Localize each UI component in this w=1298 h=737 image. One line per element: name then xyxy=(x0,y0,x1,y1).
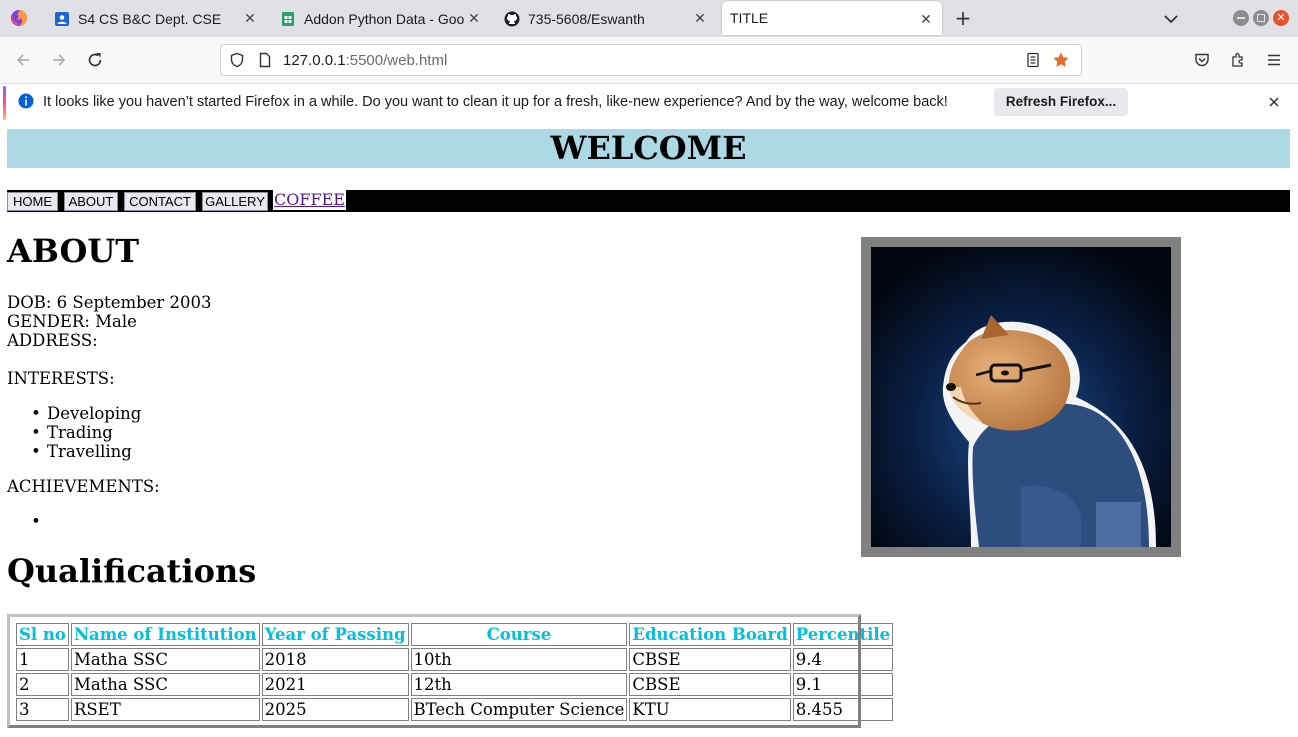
notification-message: It looks like you haven’t started Firefo… xyxy=(43,94,948,110)
bookmark-star-icon[interactable] xyxy=(1052,51,1070,69)
profile-photo-frame xyxy=(861,237,1181,557)
shield-icon[interactable] xyxy=(229,52,245,68)
hamburger-menu-icon[interactable] xyxy=(1266,52,1282,68)
new-tab-button[interactable]: + xyxy=(952,8,974,30)
interest-text: Developing xyxy=(47,404,142,423)
nav-home-button[interactable]: HOME xyxy=(7,192,58,211)
notification-bar: It looks like you haven’t started Firefo… xyxy=(0,84,1298,123)
table-row: 3 RSET 2025 BTech Computer Science KTU 8… xyxy=(16,698,894,721)
table-cell: 9.1 xyxy=(792,673,894,696)
dob-text: DOB: 6 September 2003 xyxy=(7,293,212,312)
table-cell: BTech Computer Science xyxy=(410,698,628,721)
achievements-label: ACHIEVEMENTS: xyxy=(7,477,160,496)
table-cell: Matha SSC xyxy=(70,648,260,671)
tab-title: TITLE xyxy=(730,10,769,26)
profile-photo xyxy=(871,247,1171,547)
table-cell: 2 xyxy=(16,673,69,696)
forward-arrow-icon xyxy=(53,54,66,66)
tab-classroom[interactable]: S4 CS B&C Dept. CSE ✕ xyxy=(44,0,266,37)
chevron-down-icon[interactable] xyxy=(1160,8,1182,30)
table-cell: 10th xyxy=(410,648,628,671)
close-tab-icon[interactable]: ✕ xyxy=(242,10,258,26)
notification-accent xyxy=(3,86,6,120)
table-row: 2 Matha SSC 2021 12th CBSE 9.1 xyxy=(16,673,894,696)
interests-label: INTERESTS: xyxy=(7,369,115,388)
table-row: 1 Matha SSC 2018 10th CBSE 9.4 xyxy=(16,648,894,671)
table-cell: CBSE xyxy=(629,673,791,696)
info-icon xyxy=(18,93,34,109)
sheets-icon xyxy=(282,11,294,26)
forward-button[interactable] xyxy=(45,46,73,74)
tab-title: Addon Python Data - Goo xyxy=(304,10,465,27)
page-viewport[interactable]: WELCOME HOME ABOUT CONTACT GALLERY COFFE… xyxy=(0,122,1298,737)
table-cell: 9.4 xyxy=(792,648,894,671)
tab-title: S4 CS B&C Dept. CSE xyxy=(78,10,222,27)
nav-contact-button[interactable]: CONTACT xyxy=(124,192,196,211)
nav-about-button[interactable]: ABOUT xyxy=(64,192,118,211)
qualifications-table-frame: Sl no Name of Institution Year of Passin… xyxy=(7,614,894,728)
about-heading: ABOUT xyxy=(7,232,140,270)
refresh-firefox-button[interactable]: Refresh Firefox... xyxy=(994,88,1128,116)
table-cell: 1 xyxy=(16,648,69,671)
table-cell: 3 xyxy=(16,698,69,721)
close-tab-icon[interactable]: ✕ xyxy=(692,10,708,26)
url-text[interactable]: 127.0.0.1:5500/web.html xyxy=(283,52,447,69)
tab-active[interactable]: TITLE ✕ xyxy=(722,1,942,35)
close-icon[interactable] xyxy=(1266,94,1282,110)
doge-illustration xyxy=(871,247,1171,547)
table-cell: 8.455 xyxy=(792,698,894,721)
reader-view-icon[interactable] xyxy=(1025,52,1041,68)
qualifications-table: Sl no Name of Institution Year of Passin… xyxy=(14,621,895,723)
address-bar[interactable]: 127.0.0.1:5500/web.html xyxy=(220,44,1082,76)
minimize-button[interactable] xyxy=(1233,10,1249,26)
column-header: Name of Institution xyxy=(70,623,260,646)
nav-gallery-button[interactable]: GALLERY xyxy=(202,192,268,211)
pocket-icon[interactable] xyxy=(1194,52,1210,68)
page-nav: HOME ABOUT CONTACT GALLERY COFFEE xyxy=(7,190,1290,212)
interest-text: Travelling xyxy=(47,442,132,461)
tab-sheets[interactable]: Addon Python Data - Goo ✕ xyxy=(270,0,492,37)
interest-text: Trading xyxy=(47,423,113,442)
nav-coffee-link[interactable]: COFFEE xyxy=(273,190,346,210)
tab-strip: S4 CS B&C Dept. CSE ✕ Addon Python Data … xyxy=(0,0,1298,37)
table-cell: Matha SSC xyxy=(70,673,260,696)
extensions-icon[interactable] xyxy=(1230,52,1246,68)
back-button[interactable] xyxy=(9,46,37,74)
back-arrow-icon xyxy=(16,54,29,66)
table-cell: 2025 xyxy=(261,698,409,721)
firefox-icon[interactable] xyxy=(10,9,28,27)
url-host: 127.0.0.1 xyxy=(283,52,346,69)
maximize-button[interactable] xyxy=(1253,10,1269,26)
url-path: :5500/web.html xyxy=(345,52,448,69)
table-cell: 12th xyxy=(410,673,628,696)
table-cell: RSET xyxy=(70,698,260,721)
column-header: Course xyxy=(410,623,628,646)
tab-github[interactable]: 735-5608/Eswanth ✕ xyxy=(496,0,718,37)
reload-button[interactable] xyxy=(81,46,109,74)
classroom-icon xyxy=(55,11,69,26)
close-tab-icon[interactable]: ✕ xyxy=(466,10,482,26)
column-header: Year of Passing xyxy=(261,623,409,646)
column-header: Sl no xyxy=(16,623,69,646)
tab-title: 735-5608/Eswanth xyxy=(528,10,645,27)
column-header: Education Board xyxy=(629,623,791,646)
welcome-banner: WELCOME xyxy=(7,129,1290,168)
table-cell: 2018 xyxy=(261,648,409,671)
close-window-button[interactable]: ✕ xyxy=(1273,10,1289,26)
navigation-toolbar: 127.0.0.1:5500/web.html xyxy=(0,37,1298,84)
address-text: ADDRESS: xyxy=(7,331,98,350)
gender-text: GENDER: Male xyxy=(7,312,137,331)
table-cell: CBSE xyxy=(629,648,791,671)
table-cell: 2021 xyxy=(261,673,409,696)
qualifications-heading: Qualifications xyxy=(7,552,257,590)
reload-icon xyxy=(88,53,102,67)
close-tab-icon[interactable]: ✕ xyxy=(918,11,934,27)
page-icon[interactable] xyxy=(257,52,273,68)
column-header: Percentile xyxy=(792,623,894,646)
table-header-row: Sl no Name of Institution Year of Passin… xyxy=(16,623,894,646)
table-cell: KTU xyxy=(629,698,791,721)
github-icon xyxy=(504,11,520,26)
